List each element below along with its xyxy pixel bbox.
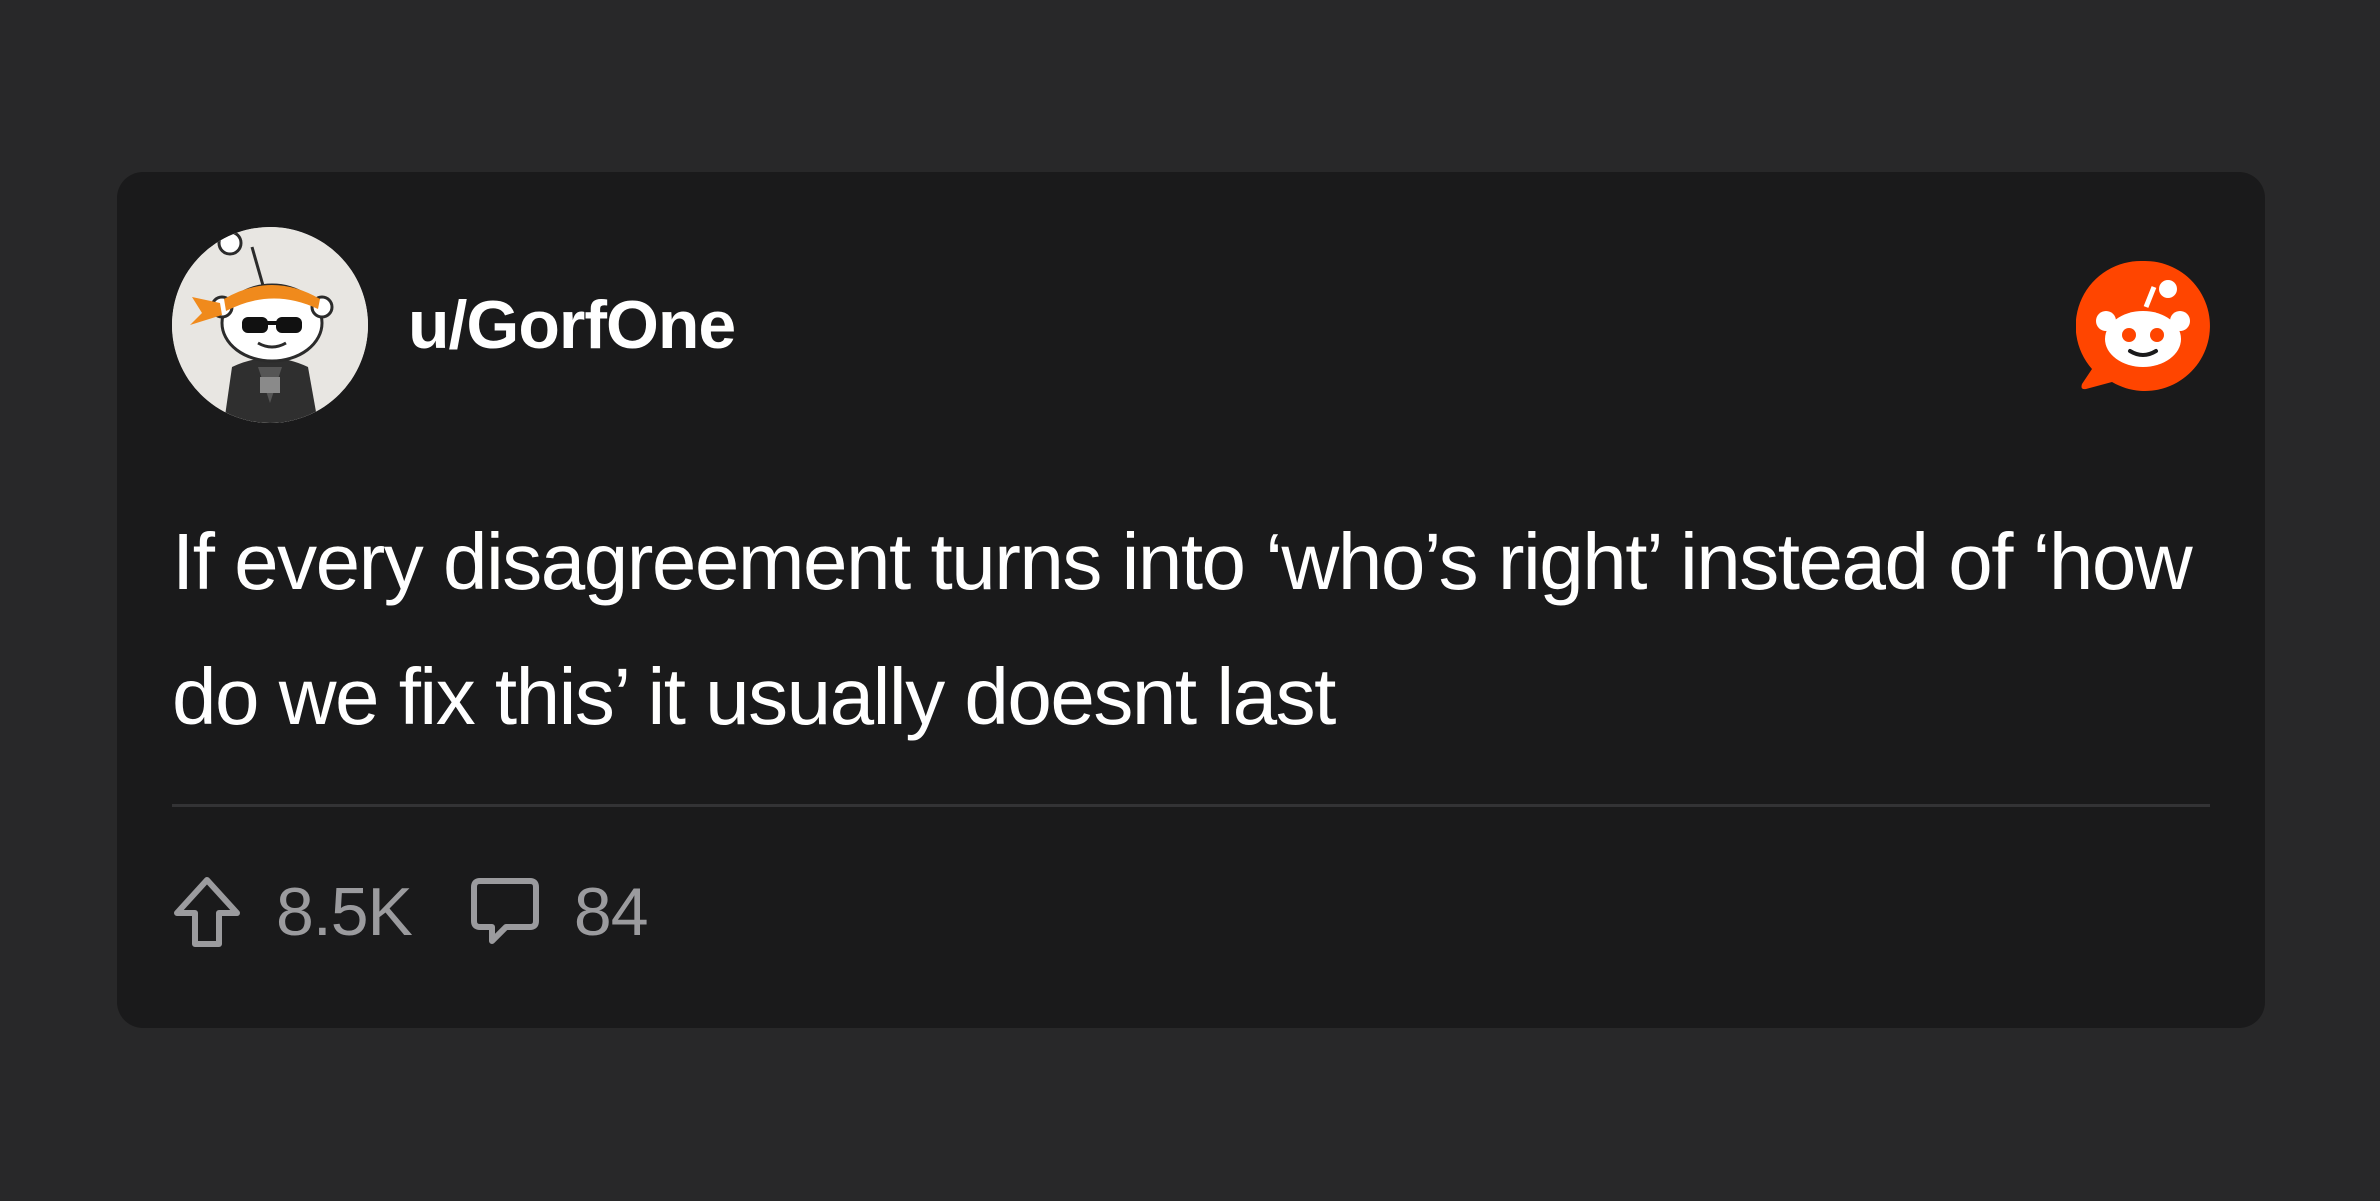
divider [172, 804, 2210, 807]
post-footer: 8.5K 84 [172, 872, 649, 952]
snoo-avatar-icon [172, 227, 368, 423]
reddit-logo-icon [2076, 259, 2210, 393]
post-body: If every disagreement turns into ‘who’s … [172, 517, 2193, 741]
upvote-count: 8.5K [276, 874, 413, 950]
post-header: u/GorfOne [172, 227, 2210, 423]
username[interactable]: u/GorfOne [408, 283, 736, 367]
post-card: u/GorfOne If every disagreement turns in… [117, 172, 2265, 1028]
comment-bubble-icon [470, 878, 539, 944]
comment-count: 84 [573, 874, 649, 950]
upvote-arrow-icon [174, 877, 240, 947]
user-avatar[interactable] [172, 227, 368, 423]
comment-button[interactable]: 84 [470, 872, 649, 952]
upvote-button[interactable]: 8.5K [172, 872, 413, 952]
